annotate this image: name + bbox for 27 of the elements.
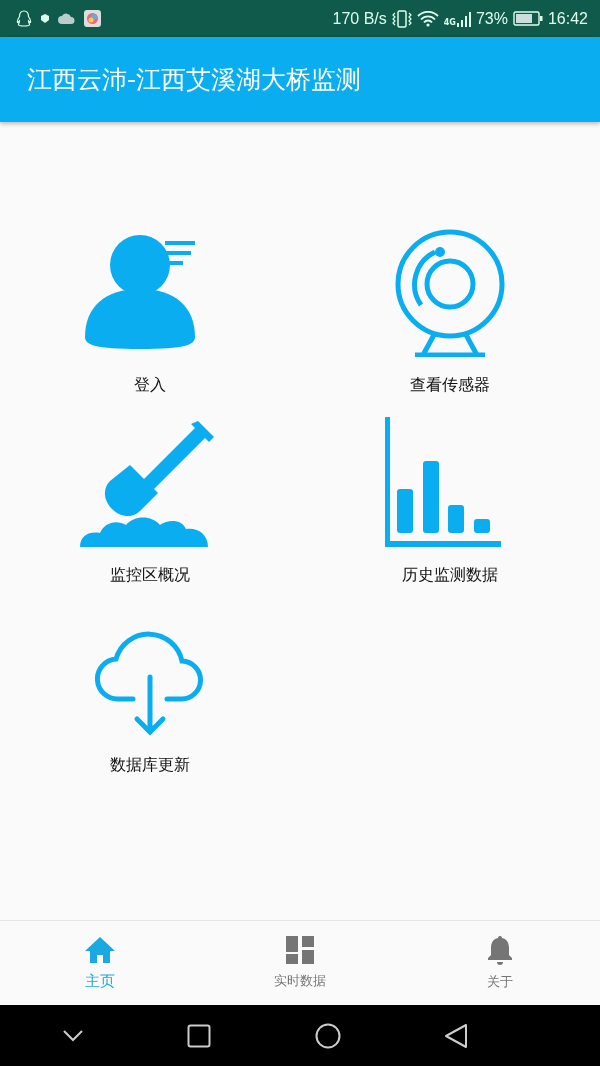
recents-icon[interactable]	[187, 1023, 212, 1048]
tile-label[interactable]: 登入	[134, 375, 166, 396]
wifi-icon	[416, 10, 439, 27]
chevron-down-icon[interactable]	[61, 1028, 84, 1043]
bell-icon	[487, 935, 513, 965]
signal-icon	[456, 10, 471, 27]
home-icon	[84, 935, 116, 964]
penguin-icon	[16, 9, 32, 28]
home-circle-icon[interactable]	[314, 1022, 341, 1049]
cloud-icon	[58, 13, 75, 24]
tile-label[interactable]: 数据库更新	[110, 755, 190, 776]
clock: 16:42	[547, 9, 588, 28]
app-title: 江西云沛-江西艾溪湖大桥监测	[27, 64, 362, 96]
vibrate-icon	[391, 9, 412, 28]
network-speed: 170 B/s	[332, 9, 387, 28]
tile-label[interactable]: 查看传感器	[410, 375, 490, 396]
shield-icon	[41, 14, 49, 23]
dashboard-icon	[286, 936, 314, 964]
network-type: 4G	[443, 17, 456, 27]
tile-label[interactable]: 历史监测数据	[402, 565, 498, 586]
nav-tab[interactable]: 关于	[400, 921, 600, 1005]
tile-label[interactable]: 监控区概况	[110, 565, 190, 586]
nav-tab[interactable]: 实时数据	[200, 921, 400, 1005]
back-icon[interactable]	[444, 1022, 469, 1049]
battery-icon	[512, 11, 543, 26]
app-icon	[84, 10, 101, 27]
battery-percent: 73%	[475, 9, 508, 28]
